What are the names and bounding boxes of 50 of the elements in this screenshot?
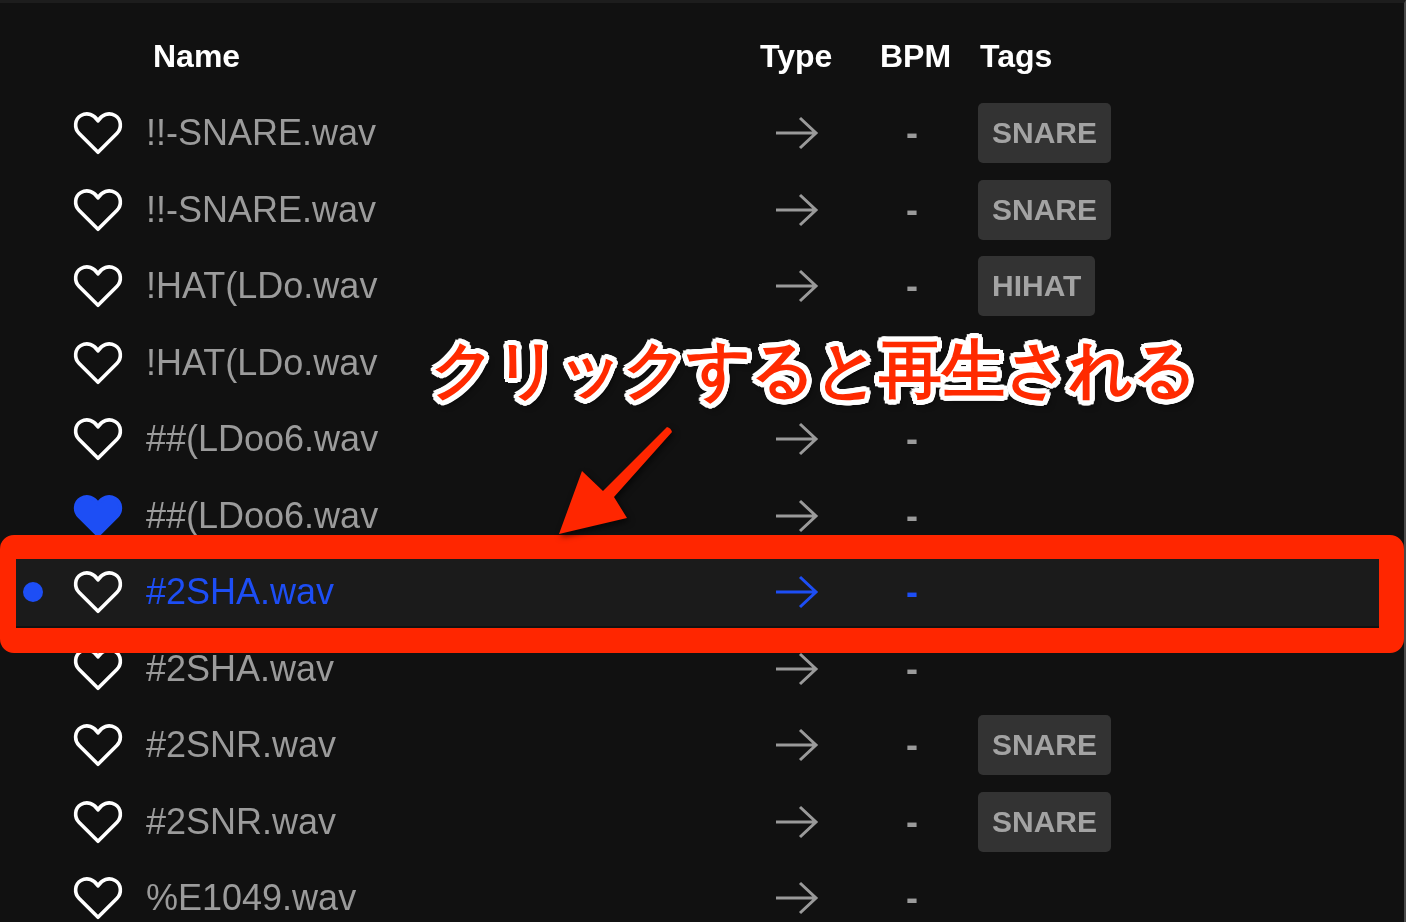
arrow-icon — [775, 192, 819, 227]
annotation-text: クリックすると再生される — [431, 332, 1197, 408]
tag-chip: SNARE — [978, 179, 1111, 240]
arrow-icon — [775, 728, 819, 763]
tag-chip: SNARE — [978, 715, 1111, 776]
bpm-value: - — [906, 419, 918, 460]
bpm-value: - — [906, 495, 918, 536]
arrow-icon — [775, 498, 819, 533]
tag-chip: SNARE — [978, 791, 1111, 852]
column-header: Name — [153, 39, 241, 75]
heart-icon[interactable] — [72, 798, 124, 845]
file-name[interactable]: #2SHA.wav — [146, 648, 335, 689]
bpm-value: - — [906, 572, 918, 613]
arrow-icon — [775, 116, 819, 151]
arrow-icon — [775, 651, 819, 686]
heart-icon[interactable] — [72, 263, 124, 310]
bpm-value: - — [906, 878, 918, 919]
file-name[interactable]: !HAT(LDo.wav — [146, 266, 378, 307]
heart-icon[interactable] — [72, 186, 124, 233]
column-header: BPM — [880, 39, 952, 75]
bpm-value: - — [906, 648, 918, 689]
bpm-value: - — [906, 801, 918, 842]
status-dot — [23, 582, 43, 603]
tag-chip: HIHAT — [978, 256, 1096, 317]
column-header: Type — [760, 39, 833, 75]
bpm-value: - — [906, 725, 918, 766]
file-name[interactable]: !!-SNARE.wav — [146, 189, 377, 230]
heart-icon[interactable] — [72, 416, 124, 463]
file-name[interactable]: %E1049.wav — [146, 878, 357, 919]
bpm-value: - — [906, 113, 918, 154]
heart-icon[interactable] — [72, 722, 124, 769]
heart-icon[interactable] — [72, 339, 124, 386]
arrow-icon — [775, 804, 819, 839]
heart-icon[interactable] — [72, 569, 124, 616]
file-name[interactable]: #2SNR.wav — [146, 725, 337, 766]
heart-icon[interactable] — [72, 110, 124, 157]
arrow-icon — [775, 269, 819, 304]
bpm-value: - — [906, 189, 918, 230]
bpm-value: - — [906, 266, 918, 307]
file-name[interactable]: !HAT(LDo.wav — [146, 342, 378, 383]
tag-chip: SNARE — [978, 103, 1111, 164]
file-name[interactable]: ##(LDoo6.wav — [146, 495, 379, 536]
arrow-icon — [775, 422, 819, 457]
heart-icon[interactable] — [72, 875, 124, 922]
file-name[interactable]: #2SNR.wav — [146, 801, 337, 842]
file-name[interactable]: ##(LDoo6.wav — [146, 419, 379, 460]
column-header: Tags — [980, 39, 1053, 75]
file-name[interactable]: !!-SNARE.wav — [146, 113, 377, 154]
arrow-icon — [775, 881, 819, 916]
arrow-icon — [775, 575, 819, 610]
